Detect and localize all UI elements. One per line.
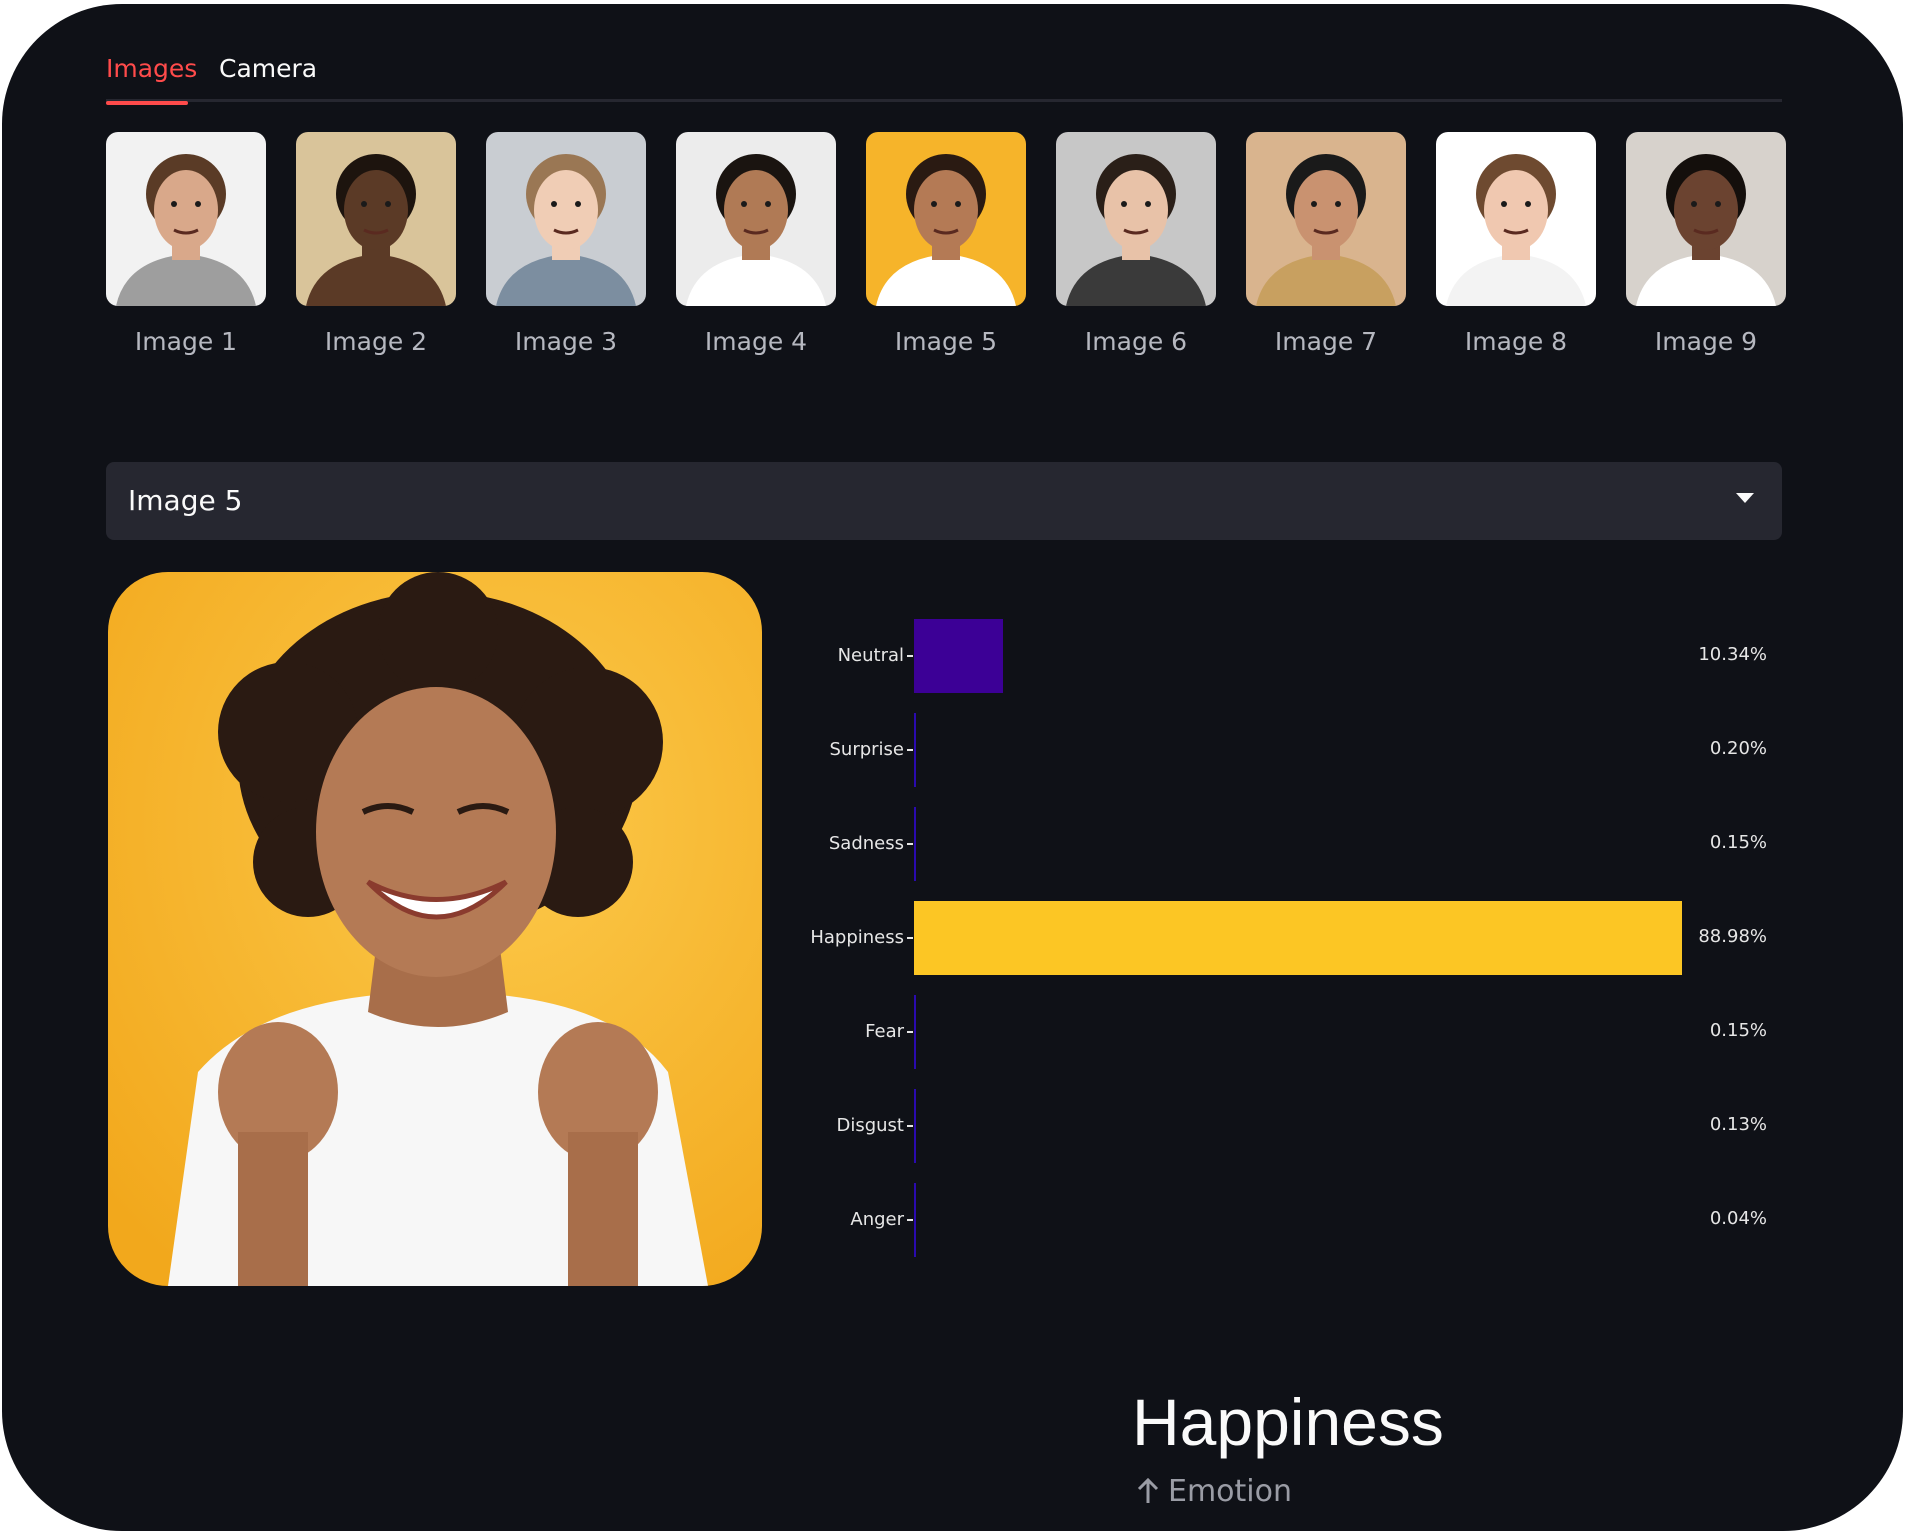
category-label: Neutral bbox=[837, 645, 904, 666]
thumbnail-label: Image 9 bbox=[1654, 327, 1758, 356]
category-label: Surprise bbox=[829, 739, 904, 760]
image-select[interactable]: Image 5 bbox=[106, 462, 1782, 540]
bar-fear bbox=[914, 995, 916, 1069]
value-label: 0.13% bbox=[1709, 1114, 1767, 1135]
thumbnail-label: Image 5 bbox=[894, 327, 998, 356]
value-label: 0.15% bbox=[1709, 1020, 1767, 1041]
thumbnail-image[interactable] bbox=[1056, 132, 1216, 306]
thumbnail-1[interactable]: Image 1 bbox=[106, 132, 266, 362]
selected-image-preview bbox=[108, 572, 762, 1286]
portrait-image bbox=[108, 572, 762, 1286]
thumbnail-4[interactable]: Image 4 bbox=[676, 132, 836, 362]
value-label: 0.15% bbox=[1709, 832, 1767, 853]
emotion-bar-chart: Neutral 10.34% Surprise 0.20% Sadness 0.15% Ha… bbox=[782, 604, 1782, 1284]
result-title: Happiness bbox=[1132, 1385, 1444, 1459]
y-axis-tick bbox=[907, 655, 913, 657]
thumbnail-7[interactable]: Image 7 bbox=[1246, 132, 1406, 362]
thumbnail-label: Image 6 bbox=[1084, 327, 1188, 356]
y-axis-tick bbox=[907, 1125, 913, 1127]
thumbnail-label: Image 3 bbox=[514, 327, 618, 356]
category-label: Fear bbox=[865, 1021, 904, 1042]
thumbnail-gallery: Image 1 Image 2 Image 3 Image 4 Image 5 Image… bbox=[106, 132, 1786, 372]
value-label: 10.34% bbox=[1698, 644, 1767, 665]
thumbnail-image[interactable] bbox=[106, 132, 266, 306]
tab-bar: Images Camera bbox=[106, 44, 1782, 105]
thumbnail-label: Image 1 bbox=[134, 327, 238, 356]
tab-images-label: Images bbox=[106, 54, 198, 83]
thumbnail-label: Image 2 bbox=[324, 327, 428, 356]
thumbnail-6[interactable]: Image 6 bbox=[1056, 132, 1216, 362]
tab-camera[interactable]: Camera bbox=[219, 44, 317, 102]
thumbnail-label: Image 4 bbox=[704, 327, 808, 356]
thumbnail-image[interactable] bbox=[1246, 132, 1406, 306]
category-label: Anger bbox=[850, 1209, 904, 1230]
thumbnail-image[interactable] bbox=[676, 132, 836, 306]
thumbnail-image[interactable] bbox=[1436, 132, 1596, 306]
y-axis-tick bbox=[907, 1031, 913, 1033]
thumbnail-5[interactable]: Image 5 bbox=[866, 132, 1026, 362]
active-tab-indicator bbox=[106, 101, 188, 105]
category-label: Sadness bbox=[828, 833, 904, 854]
app-window: Images Camera Image 1 Image 2 Image 3 Image… bbox=[2, 4, 1903, 1531]
thumbnail-image[interactable] bbox=[296, 132, 456, 306]
image-select-value: Image 5 bbox=[128, 484, 243, 517]
bar-sadness bbox=[914, 807, 916, 881]
tab-images[interactable]: Images bbox=[106, 44, 198, 105]
bar-neutral bbox=[914, 619, 1004, 693]
bar-surprise bbox=[914, 713, 916, 787]
thumbnail-9[interactable]: Image 9 bbox=[1626, 132, 1786, 362]
category-label: Happiness bbox=[810, 927, 904, 948]
thumbnail-3[interactable]: Image 3 bbox=[486, 132, 646, 362]
result-subtitle-text: Emotion bbox=[1168, 1474, 1292, 1509]
thumbnail-image[interactable] bbox=[1626, 132, 1786, 306]
thumbnail-label: Image 8 bbox=[1464, 327, 1568, 356]
thumbnail-8[interactable]: Image 8 bbox=[1436, 132, 1596, 362]
category-label: Disgust bbox=[836, 1115, 904, 1136]
value-label: 0.20% bbox=[1709, 738, 1767, 759]
value-label: 0.04% bbox=[1709, 1208, 1767, 1229]
y-axis-tick bbox=[907, 843, 913, 845]
value-label: 88.98% bbox=[1698, 926, 1767, 947]
bar-anger bbox=[914, 1183, 916, 1257]
bar-disgust bbox=[914, 1089, 916, 1163]
thumbnail-image[interactable] bbox=[866, 132, 1026, 306]
tab-camera-label: Camera bbox=[219, 54, 318, 83]
result-subtitle: Emotion bbox=[1136, 1474, 1292, 1509]
thumbnail-image[interactable] bbox=[486, 132, 646, 306]
thumbnail-2[interactable]: Image 2 bbox=[296, 132, 456, 362]
y-axis-tick bbox=[907, 937, 913, 939]
thumbnail-label: Image 7 bbox=[1274, 327, 1378, 356]
y-axis-tick bbox=[907, 1219, 913, 1221]
y-axis-tick bbox=[907, 749, 913, 751]
caret-down-icon[interactable] bbox=[1736, 493, 1754, 503]
bar-happiness bbox=[914, 901, 1682, 975]
arrow-up-icon bbox=[1137, 1477, 1159, 1503]
